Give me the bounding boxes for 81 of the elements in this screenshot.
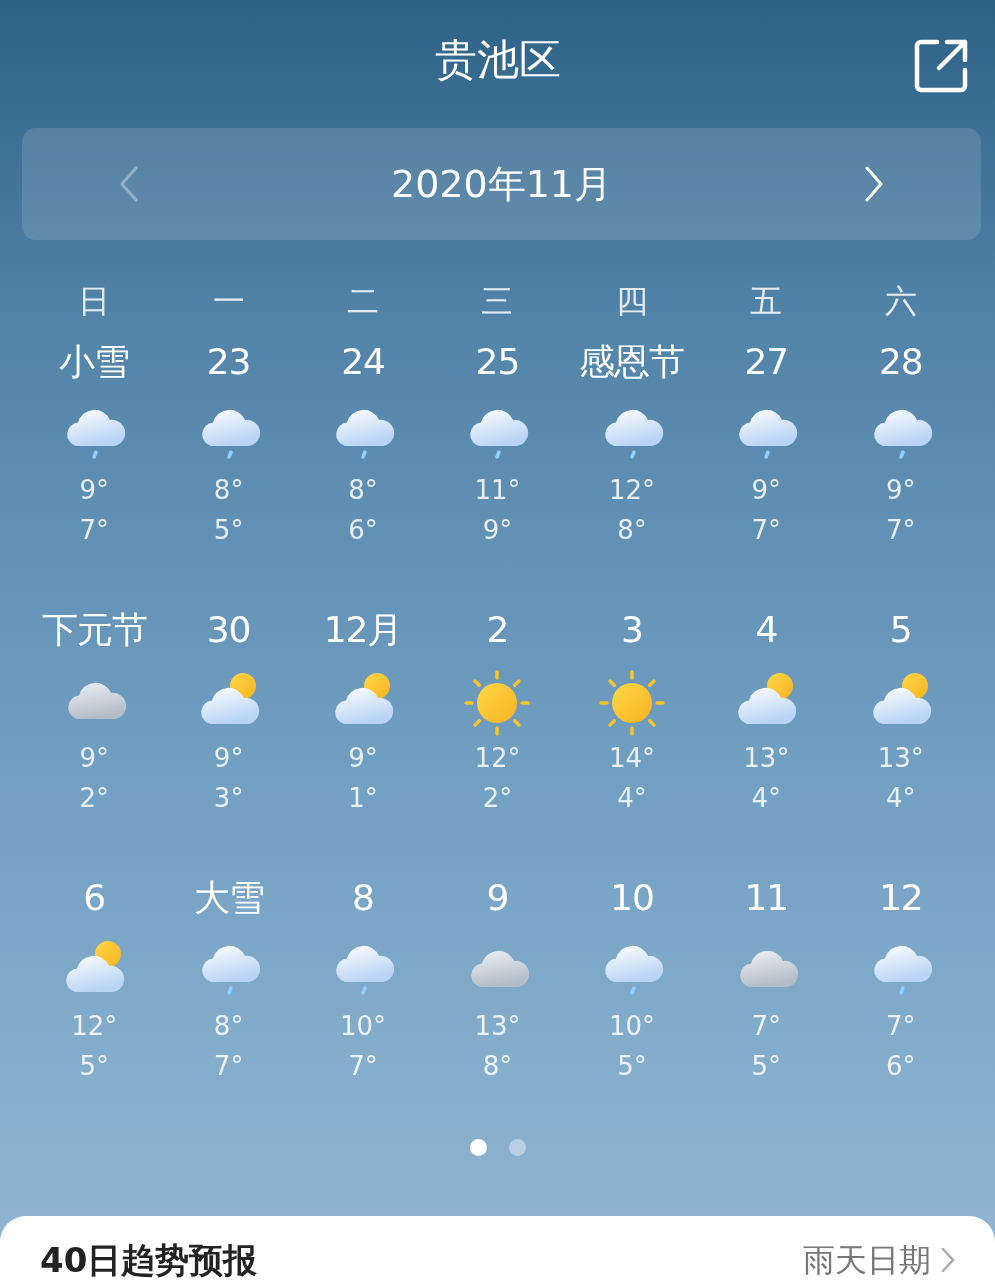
high-temperature: 9° <box>886 474 916 507</box>
chevron-icon <box>941 1247 955 1273</box>
weekday-label: 三 <box>480 281 515 322</box>
low-temperature: 7° <box>751 514 782 547</box>
page-indicator-dot[interactable] <box>469 1138 487 1156</box>
high-temperature: 7° <box>751 1010 782 1043</box>
high-temperature: 12° <box>71 1010 118 1043</box>
low-temperature: 8° <box>617 514 647 547</box>
day-label: 12月 <box>323 608 403 652</box>
low-temperature: 7° <box>348 1050 378 1083</box>
high-temperature: 8° <box>213 1010 244 1043</box>
rainy-days-link[interactable]: 雨天日期 <box>803 1240 955 1280</box>
day-label: 12 <box>878 876 923 920</box>
low-temperature: 2° <box>79 782 109 815</box>
high-temperature: 14° <box>608 742 655 775</box>
day-label: 30 <box>206 608 251 652</box>
low-temperature: 2° <box>482 782 513 815</box>
page-indicator-dot[interactable] <box>508 1138 526 1156</box>
city-title: 贵池区 <box>434 35 561 85</box>
low-temperature: 5° <box>617 1050 647 1083</box>
chevron-icon <box>863 166 885 202</box>
high-temperature: 8° <box>213 474 244 507</box>
weekday-label: 六 <box>883 281 918 322</box>
month-title: 2020年11月 <box>390 161 613 207</box>
high-temperature: 12° <box>608 474 655 507</box>
low-temperature: 5° <box>751 1050 782 1083</box>
day-label: 9 <box>486 876 509 920</box>
sun-icon <box>462 668 533 738</box>
low-temperature: 4° <box>886 782 916 815</box>
high-temperature: 13° <box>743 742 790 775</box>
low-temperature: 3° <box>213 782 244 815</box>
low-temperature: 5° <box>79 1050 109 1083</box>
day-label: 8 <box>352 876 374 920</box>
weekday-label: 日 <box>77 281 112 322</box>
day-label: 24 <box>341 340 385 384</box>
day-label: 大雪 <box>193 876 264 920</box>
high-temperature: 9° <box>751 474 782 507</box>
sun-icon <box>596 668 667 738</box>
low-temperature: 8° <box>482 1050 513 1083</box>
day-label: 2 <box>486 608 509 652</box>
weekday-label: 五 <box>749 281 784 322</box>
weekday-label: 四 <box>614 281 649 322</box>
day-label: 感恩节 <box>579 340 685 384</box>
card-title: 40日趋势预报 <box>40 1240 258 1280</box>
high-temperature: 9° <box>79 474 109 507</box>
high-temperature: 7° <box>886 1010 916 1043</box>
day-label: 5 <box>889 608 912 652</box>
day-label: 4 <box>755 608 778 652</box>
high-temperature: 9° <box>79 742 109 775</box>
low-temperature: 1° <box>348 782 378 815</box>
high-temperature: 10° <box>340 1010 387 1043</box>
low-temperature: 4° <box>617 782 647 815</box>
day-label: 6 <box>83 876 106 920</box>
day-label: 3 <box>620 608 643 652</box>
high-temperature: 13° <box>474 1010 521 1043</box>
chevron-icon <box>118 166 140 202</box>
low-temperature: 5° <box>213 514 244 547</box>
high-temperature: 9° <box>348 742 378 775</box>
low-temperature: 6° <box>348 514 378 547</box>
high-temperature: 9° <box>213 742 244 775</box>
low-temperature: 7° <box>79 514 109 547</box>
day-label: 23 <box>206 340 251 384</box>
high-temperature: 8° <box>348 474 378 507</box>
day-label: 28 <box>878 340 923 384</box>
high-temperature: 10° <box>608 1010 655 1043</box>
day-label: 下元节 <box>41 608 147 652</box>
day-label: 27 <box>744 340 789 384</box>
weekday-label: 二 <box>346 281 381 322</box>
day-label: 10 <box>610 876 654 920</box>
day-label: 25 <box>475 340 520 384</box>
low-temperature: 6° <box>886 1050 916 1083</box>
day-label: 小雪 <box>59 340 130 384</box>
high-temperature: 13° <box>877 742 924 775</box>
day-label: 11 <box>744 876 789 920</box>
weekday-label: 一 <box>211 281 246 322</box>
high-temperature: 12° <box>474 742 521 775</box>
low-temperature: 7° <box>886 514 916 547</box>
low-temperature: 4° <box>751 782 782 815</box>
low-temperature: 9° <box>482 514 513 547</box>
high-temperature: 11° <box>474 474 521 507</box>
low-temperature: 7° <box>213 1050 244 1083</box>
